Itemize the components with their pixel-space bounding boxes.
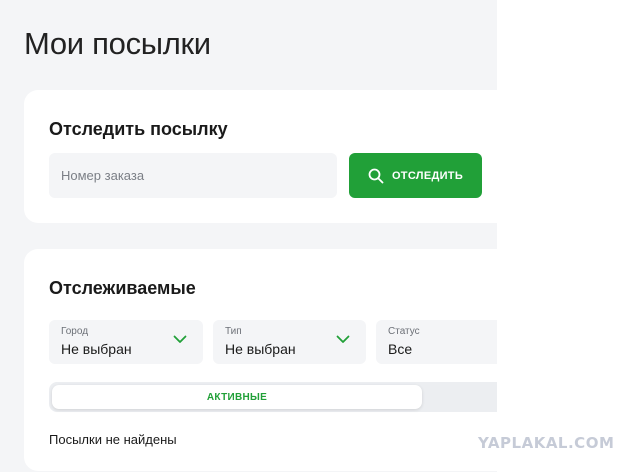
search-icon xyxy=(368,168,384,183)
status-filter-label: Статус xyxy=(388,326,420,337)
city-filter-select[interactable]: Город Не выбран xyxy=(49,320,203,364)
status-filter-value: Все xyxy=(388,341,413,357)
order-number-input[interactable] xyxy=(49,153,337,198)
tracked-card-title: Отслеживаемые xyxy=(49,278,196,298)
chevron-down-icon xyxy=(173,335,187,343)
status-filter-select[interactable]: Статус Все xyxy=(376,320,497,364)
tab-active[interactable]: АКТИВНЫЕ xyxy=(52,385,422,409)
track-button-label: ОТСЛЕДИТЬ xyxy=(391,169,464,182)
tracked-parcels-card: Отслеживаемые Город Не выбран Тип Не выб… xyxy=(24,249,497,471)
type-filter-select[interactable]: Тип Не выбран xyxy=(213,320,366,364)
city-filter-label: Город xyxy=(61,326,89,337)
page-title: Мои посылки xyxy=(24,26,211,61)
track-parcel-card: Отследить посылку ОТСЛЕДИТЬ xyxy=(24,90,497,223)
chevron-down-icon xyxy=(336,335,350,343)
app-background: Мои посылки Отследить посылку ОТСЛЕДИТЬ … xyxy=(0,0,497,472)
watermark: YAPLAKAL.COM xyxy=(478,434,615,452)
track-button[interactable]: ОТСЛЕДИТЬ xyxy=(349,153,482,198)
empty-state-message: Посылки не найдены xyxy=(49,432,177,447)
track-card-title: Отследить посылку xyxy=(49,119,228,139)
status-tabs: АКТИВНЫЕ xyxy=(49,382,497,412)
type-filter-value: Не выбран xyxy=(225,341,296,357)
type-filter-label: Тип xyxy=(225,326,242,337)
city-filter-value: Не выбран xyxy=(61,341,132,357)
